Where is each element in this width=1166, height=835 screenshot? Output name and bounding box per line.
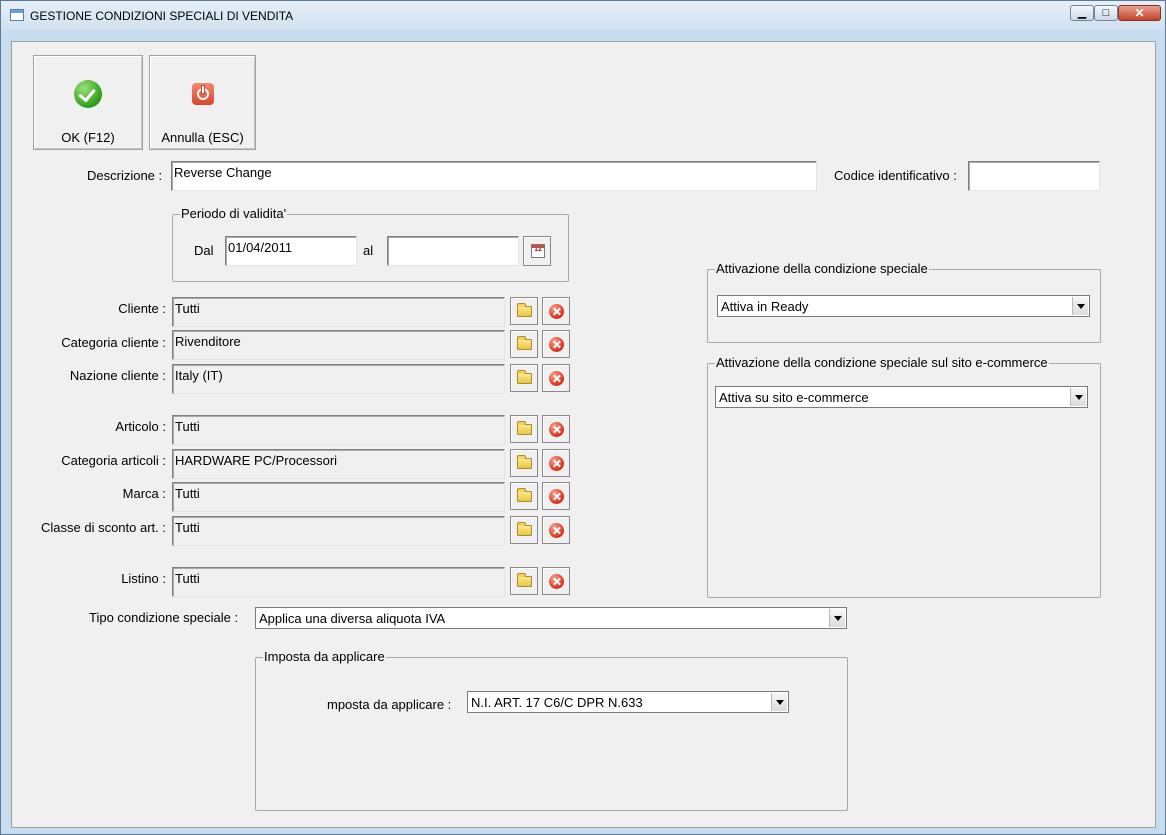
periodo-group-title: Periodo di validita' [180, 206, 288, 221]
categoria-articoli-clear-button[interactable] [542, 449, 570, 477]
descrizione-label: Descrizione : [87, 168, 163, 183]
marca-browse-button[interactable] [510, 482, 538, 510]
attivazione-ecommerce-group-title: Attivazione della condizione speciale su… [715, 355, 1049, 370]
nazione-cliente-browse-button[interactable] [510, 364, 538, 392]
app-window: GESTIONE CONDIZIONI SPECIALI DI VENDITA … [0, 0, 1166, 835]
attivazione-group-title: Attivazione della condizione speciale [715, 261, 929, 276]
minimize-button[interactable]: ▁ [1070, 5, 1094, 21]
al-label: al [363, 243, 374, 258]
attivazione-ecommerce-select[interactable]: Attiva su sito e-commerce [715, 386, 1088, 408]
attivazione-select[interactable]: Attiva in Ready [717, 295, 1090, 317]
maximize-icon: □ [1102, 6, 1110, 19]
categoria-cliente-label: Categoria cliente : [61, 335, 166, 350]
marca-clear-button[interactable] [542, 482, 570, 510]
listino-label: Listino : [121, 571, 166, 586]
articolo-browse-button[interactable] [510, 415, 538, 443]
calendar-button[interactable]: 12 [523, 236, 551, 266]
attivazione-ecommerce-value: Attiva su sito e-commerce [719, 390, 869, 405]
dal-date-input[interactable]: 01/04/2011 [225, 236, 357, 266]
cancel-button[interactable]: Annulla (ESC) [149, 55, 256, 150]
imposta-select[interactable]: N.I. ART. 17 C6/C DPR N.633 [467, 691, 789, 713]
categoria-articoli-label: Categoria articoli : [61, 453, 166, 468]
folder-icon [517, 522, 532, 536]
listino-input: Tutti [172, 567, 505, 597]
folder-icon [517, 455, 532, 469]
listino-clear-button[interactable] [542, 567, 570, 595]
cliente-clear-button[interactable] [542, 297, 570, 325]
delete-icon [549, 304, 564, 319]
imposta-group-title: Imposta da applicare [263, 649, 386, 664]
articolo-label: Articolo : [115, 419, 166, 434]
attivazione-value: Attiva in Ready [721, 299, 809, 314]
delete-icon [549, 422, 564, 437]
nazione-cliente-label: Nazione cliente : [69, 368, 166, 383]
imposta-value: N.I. ART. 17 C6/C DPR N.633 [471, 695, 643, 710]
categoria-cliente-clear-button[interactable] [542, 330, 570, 358]
articolo-input: Tutti [172, 415, 505, 445]
classe-sconto-browse-button[interactable] [510, 516, 538, 544]
minimize-icon: ▁ [1077, 6, 1087, 19]
delete-icon [549, 371, 564, 386]
cliente-input: Tutti [172, 297, 505, 327]
checkmark-icon [74, 80, 102, 108]
listino-browse-button[interactable] [510, 567, 538, 595]
dal-label: Dal [194, 243, 214, 258]
cliente-label: Cliente : [118, 301, 166, 316]
classe-sconto-input: Tutti [172, 516, 505, 546]
marca-label: Marca : [122, 486, 166, 501]
descrizione-input[interactable]: Reverse Change [171, 161, 817, 191]
codice-label: Codice identificativo : [834, 168, 957, 183]
nazione-cliente-clear-button[interactable] [542, 364, 570, 392]
categoria-articoli-browse-button[interactable] [510, 449, 538, 477]
chevron-down-icon[interactable] [771, 693, 787, 711]
power-icon [192, 83, 214, 105]
categoria-articoli-input: HARDWARE PC/Processori [172, 449, 505, 479]
delete-icon [549, 574, 564, 589]
calendar-icon: 12 [531, 244, 545, 258]
codice-input[interactable] [968, 161, 1100, 191]
chevron-down-icon[interactable] [1070, 388, 1086, 406]
classe-sconto-clear-button[interactable] [542, 516, 570, 544]
delete-icon [549, 456, 564, 471]
nazione-cliente-input: Italy (IT) [172, 364, 505, 394]
ok-button-label: OK (F12) [61, 130, 115, 145]
categoria-cliente-browse-button[interactable] [510, 330, 538, 358]
classe-sconto-label: Classe di sconto art. : [41, 520, 166, 535]
window-title: GESTIONE CONDIZIONI SPECIALI DI VENDITA [30, 9, 294, 23]
cancel-button-label: Annulla (ESC) [161, 130, 244, 145]
folder-icon [517, 573, 532, 587]
imposta-group: Imposta da applicare [255, 649, 848, 811]
close-icon: ✕ [1134, 6, 1145, 20]
delete-icon [549, 523, 564, 538]
categoria-cliente-input: Rivenditore [172, 330, 505, 360]
tipo-condizione-select[interactable]: Applica una diversa aliquota IVA [255, 607, 847, 629]
cliente-browse-button[interactable] [510, 297, 538, 325]
folder-icon [517, 303, 532, 317]
title-bar[interactable]: GESTIONE CONDIZIONI SPECIALI DI VENDITA … [1, 1, 1165, 31]
imposta-label: mposta da applicare : [327, 697, 452, 712]
window-app-icon [10, 9, 24, 21]
ok-button[interactable]: OK (F12) [33, 55, 143, 150]
marca-input: Tutti [172, 482, 505, 512]
folder-icon [517, 421, 532, 435]
articolo-clear-button[interactable] [542, 415, 570, 443]
maximize-button[interactable]: □ [1094, 5, 1118, 21]
chevron-down-icon[interactable] [829, 609, 845, 627]
folder-icon [517, 336, 532, 350]
delete-icon [549, 489, 564, 504]
al-date-input[interactable] [387, 236, 519, 266]
folder-icon [517, 488, 532, 502]
close-button[interactable]: ✕ [1118, 5, 1161, 21]
delete-icon [549, 337, 564, 352]
tipo-condizione-label: Tipo condizione speciale : [89, 610, 239, 625]
chevron-down-icon[interactable] [1072, 297, 1088, 315]
folder-icon [517, 370, 532, 384]
tipo-condizione-value: Applica una diversa aliquota IVA [259, 611, 446, 626]
